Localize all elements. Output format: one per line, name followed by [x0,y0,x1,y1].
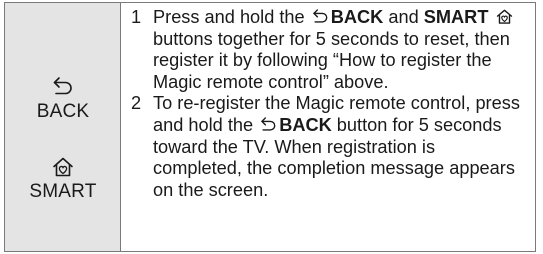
instruction-table: BACK SMART 1 Press and hold the BACK and… [4,2,536,252]
back-key-name: BACK [330,7,384,27]
step-number: 2 [131,93,142,114]
key-column: BACK SMART [5,3,121,251]
back-arrow-icon [261,117,276,131]
smart-key-block: SMART [5,155,121,203]
back-key-label: BACK [36,101,90,122]
step-number: 1 [131,7,142,27]
back-arrow-icon [312,9,328,23]
step-text: buttons together for 5 seconds to reset,… [153,28,510,92]
instruction-text: 1 Press and hold the BACK and SMART butt… [121,3,535,251]
step-2: 2 To re-register the Magic remote contro… [131,93,529,201]
step-text: and [388,7,419,27]
back-key-block: BACK [5,75,121,123]
home-icon [53,157,73,177]
back-arrow-icon [53,77,72,95]
smart-key-name: SMART [423,7,489,27]
smart-key-label: SMART [29,181,97,202]
back-key-name: BACK [279,114,332,135]
home-icon [496,9,512,24]
step-text: Press and hold the [153,7,305,27]
step-1: 1 Press and hold the BACK and SMART butt… [131,7,529,93]
